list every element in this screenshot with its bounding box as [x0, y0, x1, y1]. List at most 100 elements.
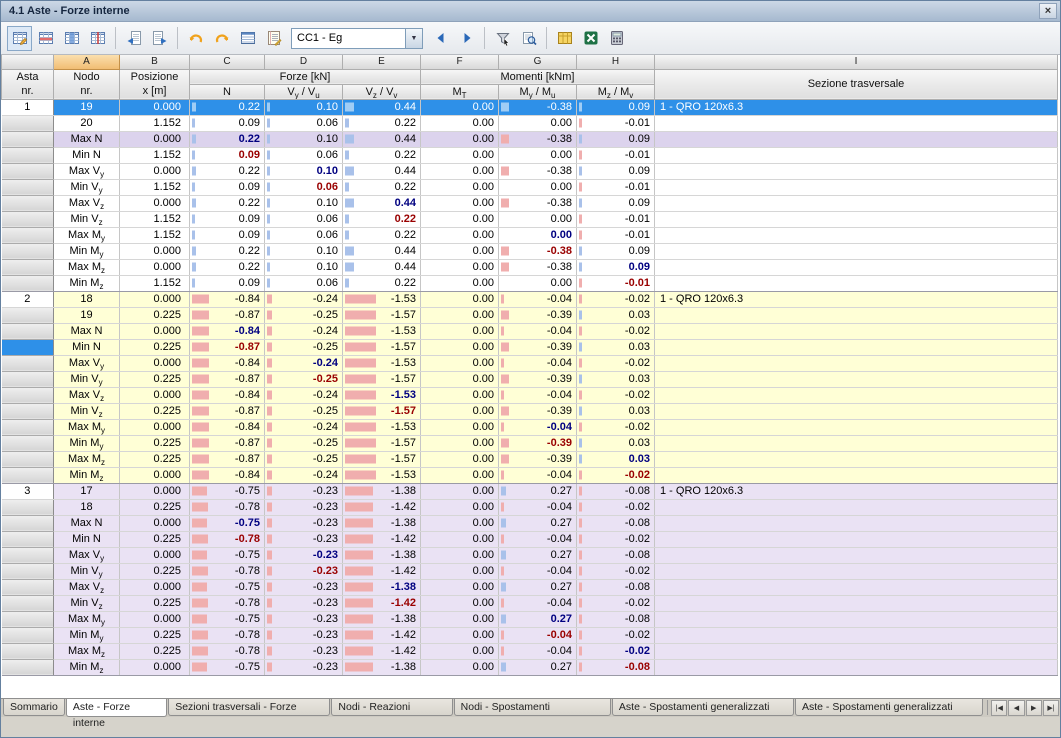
position-cell[interactable]: 0.000 [119, 515, 190, 532]
value-cell-g[interactable]: 0.00 [498, 147, 577, 164]
value-cell-e[interactable]: -1.42 [342, 531, 421, 548]
value-cell-c[interactable]: -0.78 [189, 531, 265, 548]
row-header-cell[interactable] [1, 115, 54, 132]
row-header-cell[interactable] [1, 323, 54, 340]
extreme-label-cell[interactable]: Min Vy [53, 371, 120, 388]
value-cell-f[interactable]: 0.00 [420, 387, 499, 404]
position-cell[interactable]: 0.000 [119, 259, 190, 276]
section-cell[interactable] [654, 499, 1058, 516]
section-cell[interactable]: 1 - QRO 120x6.3 [654, 291, 1058, 308]
position-cell[interactable]: 1.152 [119, 147, 190, 164]
value-cell-d[interactable]: -0.24 [264, 323, 343, 340]
section-cell[interactable]: 1 - QRO 120x6.3 [654, 483, 1058, 500]
value-cell-f[interactable]: 0.00 [420, 163, 499, 180]
position-cell[interactable]: 0.225 [119, 451, 190, 468]
row-header-cell[interactable] [1, 403, 54, 420]
extreme-label-cell[interactable]: Max My [53, 227, 120, 244]
extreme-label-cell[interactable]: Min Vz [53, 211, 120, 228]
node-number-cell[interactable]: 20 [53, 115, 120, 132]
value-cell-g[interactable]: -0.04 [498, 627, 577, 644]
node-number-cell[interactable]: 19 [53, 307, 120, 324]
member-number-cell[interactable]: 3 [1, 483, 54, 500]
value-cell-c[interactable]: -0.75 [189, 515, 265, 532]
extreme-label-cell[interactable]: Max Vy [53, 163, 120, 180]
node-number-cell[interactable]: 18 [53, 291, 120, 308]
tab-nodi-spostamenti-generalizzati[interactable]: Nodi - Spostamenti generalizzati [453, 699, 611, 729]
value-cell-f[interactable]: 0.00 [420, 419, 499, 436]
value-cell-h[interactable]: -0.02 [576, 323, 655, 340]
position-cell[interactable]: 0.225 [119, 563, 190, 580]
row-header-cell[interactable] [1, 211, 54, 228]
position-cell[interactable]: 0.000 [119, 419, 190, 436]
row-header-cell[interactable] [1, 563, 54, 580]
section-cell[interactable] [654, 563, 1058, 580]
split-table-button[interactable] [85, 26, 110, 51]
extreme-label-cell[interactable]: Max N [53, 131, 120, 148]
value-cell-d[interactable]: -0.24 [264, 387, 343, 404]
col-group-momenti[interactable]: Momenti [kNm] [420, 68, 655, 85]
value-cell-d[interactable]: -0.24 [264, 419, 343, 436]
value-cell-c[interactable]: -0.87 [189, 435, 265, 452]
position-cell[interactable]: 0.225 [119, 307, 190, 324]
extreme-label-cell[interactable]: Min Vy [53, 179, 120, 196]
position-cell[interactable]: 0.000 [119, 483, 190, 500]
value-cell-h[interactable]: -0.08 [576, 579, 655, 596]
value-cell-d[interactable]: 0.06 [264, 179, 343, 196]
value-cell-g[interactable]: -0.38 [498, 131, 577, 148]
comments-button[interactable] [261, 26, 286, 51]
position-cell[interactable]: 1.152 [119, 275, 190, 292]
section-cell[interactable] [654, 275, 1058, 292]
value-cell-c[interactable]: -0.87 [189, 307, 265, 324]
section-cell[interactable] [654, 115, 1058, 132]
value-cell-g[interactable]: -0.38 [498, 163, 577, 180]
value-cell-e[interactable]: -1.53 [342, 323, 421, 340]
value-cell-g[interactable]: -0.39 [498, 403, 577, 420]
extreme-label-cell[interactable]: Min Mz [53, 659, 120, 676]
col-letter-a[interactable]: A [53, 55, 120, 70]
value-cell-g[interactable]: 0.27 [498, 547, 577, 564]
position-cell[interactable]: 0.000 [119, 195, 190, 212]
value-cell-c[interactable]: -0.75 [189, 611, 265, 628]
value-cell-c[interactable]: -0.75 [189, 483, 265, 500]
position-cell[interactable]: 0.000 [119, 611, 190, 628]
row-header-cell[interactable] [1, 547, 54, 564]
tab-aste-spostamenti-generalizzati-locali[interactable]: Aste - Spostamenti generalizzati locali [611, 699, 794, 729]
value-cell-d[interactable]: 0.10 [264, 131, 343, 148]
value-cell-f[interactable]: 0.00 [420, 515, 499, 532]
value-cell-g[interactable]: -0.39 [498, 339, 577, 356]
value-cell-e[interactable]: -1.57 [342, 307, 421, 324]
combo-dropdown-button[interactable]: ▼ [405, 28, 422, 48]
extreme-label-cell[interactable]: Max Vz [53, 579, 120, 596]
value-cell-c[interactable]: -0.75 [189, 659, 265, 676]
col-letter-i[interactable]: I [654, 55, 1058, 70]
value-cell-h[interactable]: -0.08 [576, 515, 655, 532]
value-cell-h[interactable]: -0.01 [576, 147, 655, 164]
extreme-label-cell[interactable]: Max Vy [53, 355, 120, 372]
value-cell-d[interactable]: -0.23 [264, 563, 343, 580]
extreme-label-cell[interactable]: Min Vy [53, 563, 120, 580]
value-cell-d[interactable]: -0.23 [264, 547, 343, 564]
value-cell-h[interactable]: -0.01 [576, 115, 655, 132]
section-cell[interactable] [654, 243, 1058, 260]
corner-header-cell[interactable] [1, 55, 54, 70]
row-header-cell[interactable] [1, 595, 54, 612]
value-cell-f[interactable]: 0.00 [420, 131, 499, 148]
value-cell-e[interactable]: 0.44 [342, 243, 421, 260]
value-cell-e[interactable]: 0.22 [342, 275, 421, 292]
position-cell[interactable]: 0.000 [119, 131, 190, 148]
section-cell[interactable] [654, 435, 1058, 452]
value-cell-d[interactable]: 0.10 [264, 163, 343, 180]
row-header-cell[interactable] [1, 371, 54, 388]
value-cell-f[interactable]: 0.00 [420, 499, 499, 516]
value-cell-g[interactable]: 0.00 [498, 179, 577, 196]
value-cell-e[interactable]: -1.57 [342, 451, 421, 468]
value-cell-e[interactable]: -1.42 [342, 595, 421, 612]
section-cell[interactable] [654, 355, 1058, 372]
value-cell-d[interactable]: 0.06 [264, 275, 343, 292]
undo-button[interactable] [183, 26, 208, 51]
node-number-cell[interactable]: 18 [53, 499, 120, 516]
col-header-nodo[interactable]: Nodo nr. [53, 68, 120, 100]
section-cell[interactable] [654, 259, 1058, 276]
extreme-label-cell[interactable]: Min N [53, 147, 120, 164]
value-cell-g[interactable]: 0.27 [498, 659, 577, 676]
